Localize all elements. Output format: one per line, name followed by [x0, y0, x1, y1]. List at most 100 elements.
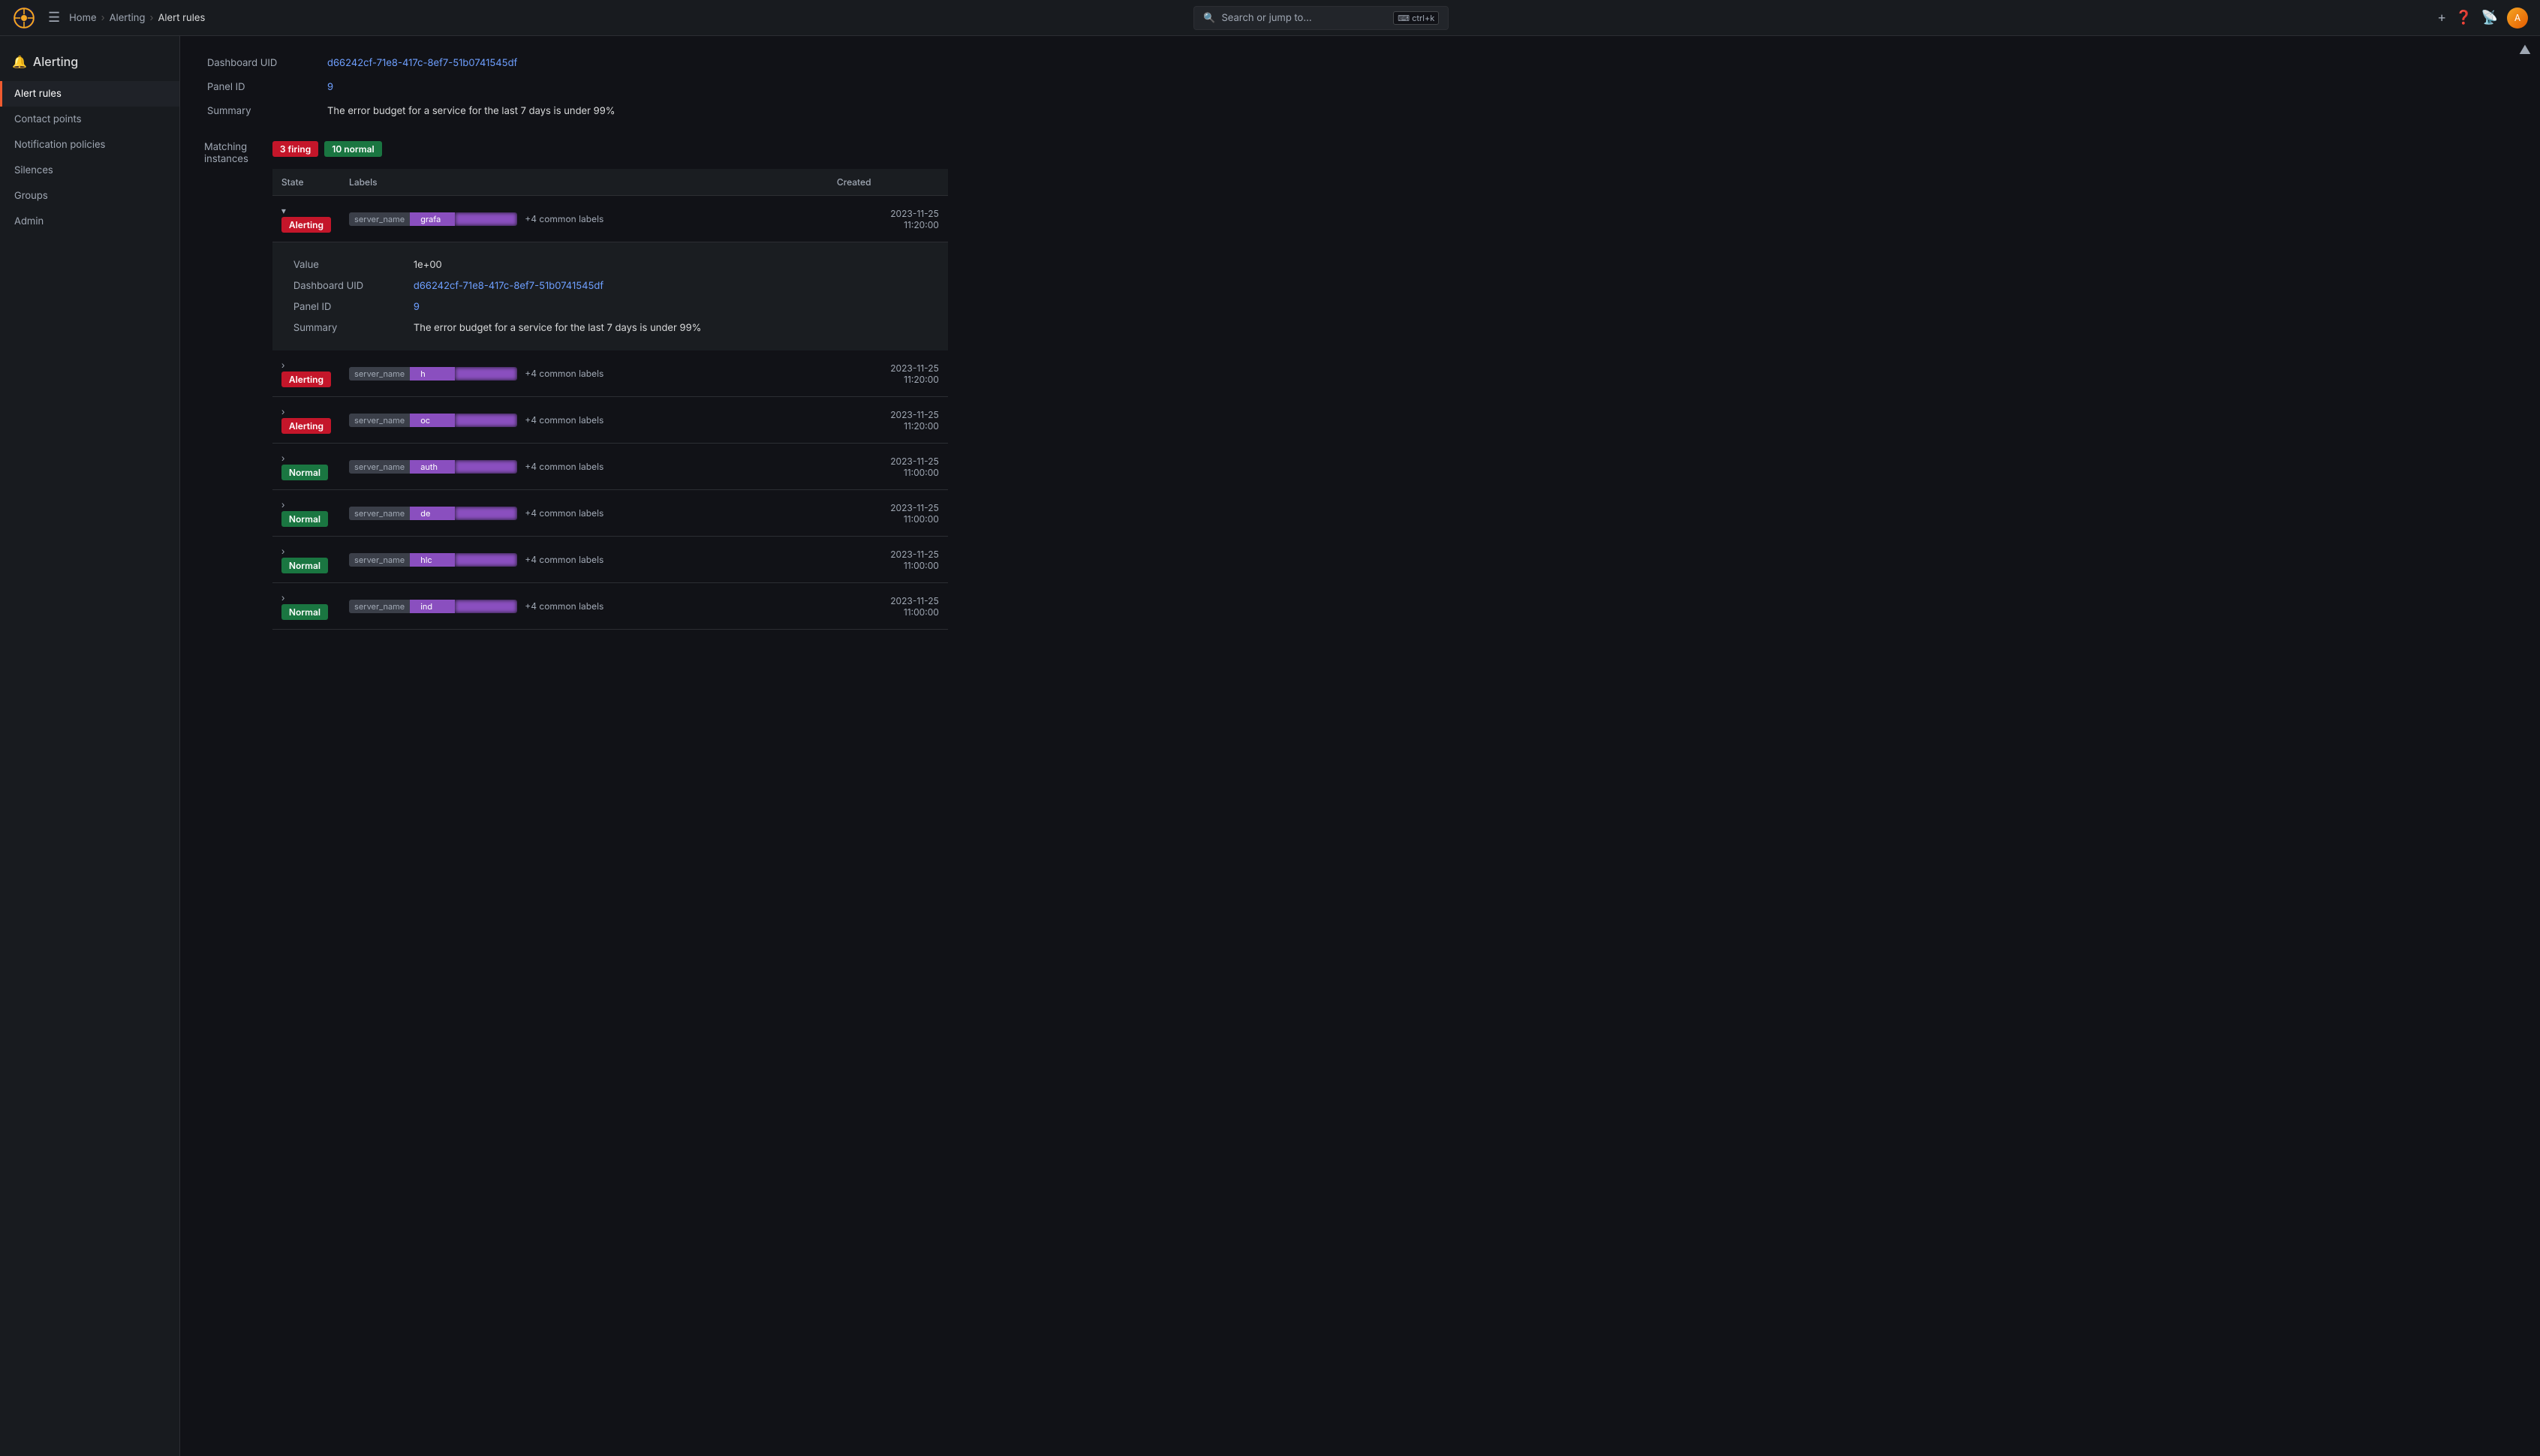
exp-panel-id-link[interactable]: 9	[414, 301, 420, 313]
breadcrumb: Home › Alerting › Alert rules	[69, 12, 205, 24]
summary-label: Summary	[204, 99, 324, 123]
row-state-cell: › Normal	[272, 444, 340, 490]
row-labels-cell: server_name hlc +4 common labels	[340, 537, 828, 583]
created-time: 11:00:00	[837, 606, 939, 618]
row-created-cell: 2023-11-25 11:00:00	[828, 537, 948, 583]
expand-icon[interactable]: ›	[281, 359, 285, 371]
badge-row: 3 firing 10 normal	[272, 141, 948, 157]
common-labels: +4 common labels	[525, 368, 603, 379]
created-date: 2023-11-25	[837, 208, 939, 219]
expand-icon[interactable]: ▾	[281, 205, 286, 216]
row-labels-cell: server_name grafa +4 common labels	[340, 196, 828, 242]
table-row[interactable]: › Alerting server_name h +4 common label…	[272, 350, 948, 397]
table-row[interactable]: › Normal server_name hlc +4 common label…	[272, 537, 948, 583]
sidebar-item-label-silences: Silences	[14, 164, 53, 176]
th-state: State	[272, 169, 340, 196]
table-row[interactable]: ▾ Alerting server_name grafa +4 common l…	[272, 196, 948, 242]
state-badge: Alerting	[281, 418, 331, 434]
label-tag: server_name ind	[349, 600, 517, 613]
dashboard-uid-link[interactable]: d66242cf-71e8-417c-8ef7-51b0741545df	[327, 57, 517, 69]
sidebar-item-label-groups: Groups	[14, 190, 48, 202]
row-labels-cell: server_name auth +4 common labels	[340, 444, 828, 490]
label-tags: server_name oc +4 common labels	[349, 414, 819, 427]
sidebar-item-label-notification-policies: Notification policies	[14, 139, 105, 151]
label-tags: server_name ind +4 common labels	[349, 600, 819, 613]
expand-icon[interactable]: ›	[281, 406, 285, 417]
label-key: server_name	[349, 212, 410, 226]
breadcrumb-sep-2: ›	[149, 12, 153, 24]
label-tags: server_name grafa +4 common labels	[349, 212, 819, 226]
label-val: grafa	[410, 212, 455, 226]
expand-icon[interactable]: ›	[281, 453, 285, 464]
sidebar-item-alert-rules[interactable]: Alert rules	[0, 81, 179, 107]
exp-dashboard-uid-label: Dashboard UID	[290, 275, 411, 296]
row-state-cell: › Normal	[272, 583, 340, 630]
label-tags: server_name de +4 common labels	[349, 507, 819, 520]
grafana-logo[interactable]	[12, 6, 36, 30]
content-area: Dashboard UID d66242cf-71e8-417c-8ef7-51…	[180, 36, 2540, 657]
table-row[interactable]: › Normal server_name auth +4 common labe…	[272, 444, 948, 490]
created-time: 11:20:00	[837, 219, 939, 230]
search-placeholder: Search or jump to...	[1221, 12, 1311, 24]
sidebar-item-contact-points[interactable]: Contact points	[0, 107, 179, 132]
add-button[interactable]: +	[2437, 10, 2446, 26]
search-area: 🔍 Search or jump to... ⌨ ctrl+k	[205, 6, 2437, 30]
exp-panel-id-label: Panel ID	[290, 296, 411, 317]
collapse-button[interactable]: ▲	[2519, 42, 2531, 57]
row-state-cell: › Alerting	[272, 397, 340, 444]
row-created-cell: 2023-11-25 11:00:00	[828, 583, 948, 630]
label-key: server_name	[349, 367, 410, 381]
row-created-cell: 2023-11-25 11:00:00	[828, 444, 948, 490]
created-date: 2023-11-25	[837, 362, 939, 374]
label-val: h	[410, 367, 455, 381]
sidebar-item-notification-policies[interactable]: Notification policies	[0, 132, 179, 158]
sidebar-item-groups[interactable]: Groups	[0, 183, 179, 209]
exp-summary-value: The error budget for a service for the l…	[411, 317, 930, 338]
expand-icon[interactable]: ›	[281, 546, 285, 557]
common-labels: +4 common labels	[525, 554, 603, 565]
panel-id-link[interactable]: 9	[327, 81, 333, 93]
value-label: Value	[290, 254, 411, 275]
table-row[interactable]: › Alerting server_name oc +4 common labe…	[272, 397, 948, 444]
state-badge: Normal	[281, 511, 328, 527]
avatar[interactable]: A	[2507, 8, 2528, 29]
panel-id-label: Panel ID	[204, 75, 324, 99]
breadcrumb-home[interactable]: Home	[69, 12, 96, 24]
created-date: 2023-11-25	[837, 502, 939, 513]
table-row[interactable]: › Normal server_name de +4 common labels…	[272, 490, 948, 537]
label-key: server_name	[349, 600, 410, 613]
sidebar-section-label: Alerting	[33, 54, 78, 69]
created-time: 11:00:00	[837, 467, 939, 478]
sidebar-section-title: 🔔 Alerting	[0, 48, 179, 81]
exp-dashboard-uid-link[interactable]: d66242cf-71e8-417c-8ef7-51b0741545df	[414, 280, 603, 292]
created-time: 11:20:00	[837, 374, 939, 385]
topbar-right: + ❓ 📡 A	[2437, 8, 2528, 29]
label-key: server_name	[349, 507, 410, 520]
sidebar-item-admin[interactable]: Admin	[0, 209, 179, 234]
dashboard-uid-label: Dashboard UID	[204, 51, 324, 75]
state-badge: Normal	[281, 604, 328, 620]
common-labels: +4 common labels	[525, 414, 603, 426]
table-header-row: State Labels Created	[272, 169, 948, 196]
badge-normal[interactable]: 10 normal	[324, 141, 381, 157]
badge-firing[interactable]: 3 firing	[272, 141, 318, 157]
row-labels-cell: server_name h +4 common labels	[340, 350, 828, 397]
sidebar-item-label-admin: Admin	[14, 215, 44, 227]
search-icon: 🔍	[1203, 12, 1215, 24]
table-row[interactable]: › Normal server_name ind +4 common label…	[272, 583, 948, 630]
label-val: ind	[410, 600, 455, 613]
help-icon[interactable]: ❓	[2455, 10, 2472, 26]
notifications-icon[interactable]: 📡	[2481, 10, 2498, 26]
row-created-cell: 2023-11-25 11:20:00	[828, 397, 948, 444]
sidebar-item-silences[interactable]: Silences	[0, 158, 179, 183]
breadcrumb-alerting[interactable]: Alerting	[110, 12, 146, 24]
expand-icon[interactable]: ›	[281, 592, 285, 603]
row-labels-cell: server_name de +4 common labels	[340, 490, 828, 537]
search-box[interactable]: 🔍 Search or jump to... ⌨ ctrl+k	[1193, 6, 1449, 30]
label-key: server_name	[349, 460, 410, 474]
expand-icon[interactable]: ›	[281, 499, 285, 510]
common-labels: +4 common labels	[525, 507, 603, 519]
hamburger-menu[interactable]: ☰	[48, 10, 60, 26]
row-state-cell: ▾ Alerting	[272, 196, 340, 242]
label-tag: server_name grafa	[349, 212, 517, 226]
